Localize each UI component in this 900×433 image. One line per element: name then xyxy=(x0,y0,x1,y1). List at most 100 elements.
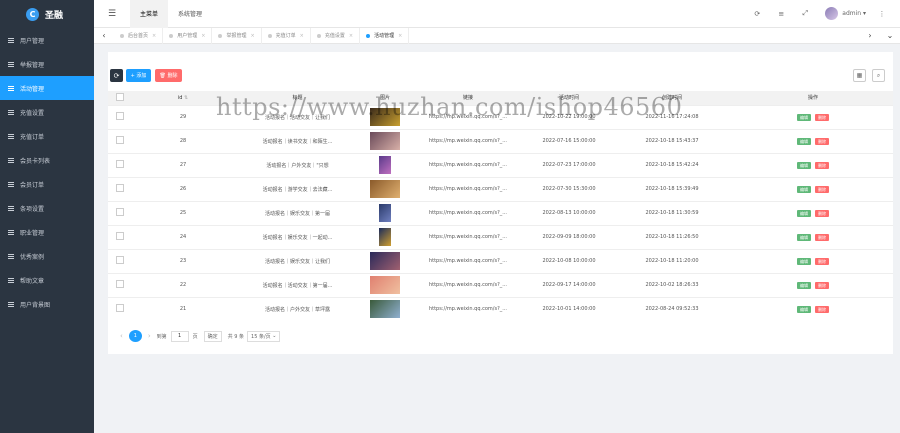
columns-icon[interactable]: ▦ xyxy=(853,69,866,82)
add-button[interactable]: + 添加 xyxy=(126,69,151,82)
cell-id: 24 xyxy=(132,224,234,249)
sidebar-item-label: 用户管理 xyxy=(20,37,45,45)
page-tab[interactable]: 充值订单 × xyxy=(262,27,311,44)
tabs-dropdown-icon[interactable]: ⌄ xyxy=(880,31,900,40)
cell-id: 22 xyxy=(132,272,234,297)
hamburger-icon[interactable]: ☰ xyxy=(94,0,130,28)
goto-page-input[interactable]: 1 xyxy=(170,330,189,342)
user-menu[interactable]: admin ▾ xyxy=(842,10,866,17)
cell-image xyxy=(361,128,409,153)
row-delete-button[interactable]: 删除 xyxy=(815,233,829,241)
cell-link: https://mp.weixin.qq.com/s?_... xyxy=(409,176,527,201)
activity-thumbnail[interactable] xyxy=(379,228,391,246)
close-icon[interactable]: × xyxy=(250,33,254,39)
list-icon xyxy=(8,229,14,235)
edit-button[interactable]: 编辑 xyxy=(797,185,811,193)
sidebar-item[interactable]: 充值设置 xyxy=(0,100,94,124)
sidebar-item[interactable]: 用户管理 xyxy=(0,28,94,52)
delete-button[interactable]: 🗑 删除 xyxy=(155,69,182,82)
row-checkbox[interactable] xyxy=(116,256,124,264)
close-icon[interactable]: × xyxy=(398,33,402,39)
sidebar-item[interactable]: 帮助文章 xyxy=(0,268,94,292)
tab-main-menu[interactable]: 主菜单 xyxy=(130,0,169,28)
row-checkbox[interactable] xyxy=(116,184,124,192)
sidebar-item[interactable]: 会员订单 xyxy=(0,172,94,196)
activity-thumbnail[interactable] xyxy=(370,252,400,270)
sidebar-item-label: 会员卡列表 xyxy=(20,157,51,165)
edit-button[interactable]: 编辑 xyxy=(797,113,811,121)
sidebar-item[interactable]: 优秀案例 xyxy=(0,244,94,268)
row-checkbox[interactable] xyxy=(116,232,124,240)
page-size-select[interactable]: 15 条/页 ⌄ xyxy=(247,330,281,342)
goto-confirm-button[interactable]: 确定 xyxy=(203,330,222,342)
cell-id: 21 xyxy=(132,296,234,321)
fullscreen-icon[interactable]: ⤢ xyxy=(793,9,817,18)
menu-icon[interactable]: ≡ xyxy=(769,10,793,18)
row-checkbox[interactable] xyxy=(116,280,124,288)
row-delete-button[interactable]: 删除 xyxy=(815,137,829,145)
sidebar-item[interactable]: 用户背景图 xyxy=(0,292,94,316)
page-tab[interactable]: 举报管理 × xyxy=(212,27,262,44)
sidebar-item-label: 举报管理 xyxy=(20,61,45,69)
page-tab[interactable]: 后台首页 × xyxy=(114,27,164,44)
sidebar-item[interactable]: 举报管理 xyxy=(0,52,94,76)
cell-id: 26 xyxy=(132,176,234,201)
row-checkbox-cell xyxy=(108,152,132,177)
edit-button[interactable]: 编辑 xyxy=(797,305,811,313)
tabs-prev-icon[interactable]: ‹ xyxy=(94,31,114,40)
row-delete-button[interactable]: 删除 xyxy=(815,281,829,289)
close-icon[interactable]: × xyxy=(201,33,205,39)
row-delete-button[interactable]: 删除 xyxy=(815,257,829,265)
sidebar-item[interactable]: 会员卡列表 xyxy=(0,148,94,172)
sort-icon[interactable]: ⇅ xyxy=(184,95,188,101)
row-delete-button[interactable]: 删除 xyxy=(815,185,829,193)
row-checkbox[interactable] xyxy=(116,160,124,168)
activity-thumbnail[interactable] xyxy=(370,276,400,294)
cell-activity-time: 2022-07-30 15:30:00 xyxy=(527,176,611,201)
activity-thumbnail[interactable] xyxy=(379,204,391,222)
sidebar-item[interactable]: 条项设置 xyxy=(0,196,94,220)
tab-system-management[interactable]: 系统管理 xyxy=(168,0,212,28)
activity-thumbnail[interactable] xyxy=(370,132,400,150)
activity-thumbnail[interactable] xyxy=(370,180,400,198)
page-tab[interactable]: 充值设置 × xyxy=(311,27,361,44)
page-tab[interactable]: 活动管理 × xyxy=(360,27,410,44)
sidebar-item[interactable]: 活动管理 xyxy=(0,76,94,100)
edit-button[interactable]: 编辑 xyxy=(797,233,811,241)
close-icon[interactable]: × xyxy=(349,33,353,39)
row-checkbox[interactable] xyxy=(116,304,124,313)
current-page[interactable]: 1 xyxy=(128,330,142,342)
edit-button[interactable]: 编辑 xyxy=(797,257,811,265)
cell-title: 活动报名｜游学交友｜去法藏... xyxy=(234,176,361,201)
page-tab-label: 举报管理 xyxy=(226,33,247,39)
refresh-button[interactable]: ⟳ xyxy=(110,69,123,82)
cell-link: https://mp.weixin.qq.com/s?_... xyxy=(409,152,527,177)
close-icon[interactable]: × xyxy=(300,33,304,39)
edit-button[interactable]: 编辑 xyxy=(797,137,811,145)
search-icon[interactable]: ⌕ xyxy=(872,69,885,82)
sidebar-item[interactable]: 充值订单 xyxy=(0,124,94,148)
row-delete-button[interactable]: 删除 xyxy=(815,161,829,169)
edit-button[interactable]: 编辑 xyxy=(797,281,811,289)
row-checkbox[interactable] xyxy=(116,136,124,144)
edit-button[interactable]: 编辑 xyxy=(797,209,811,217)
row-delete-button[interactable]: 删除 xyxy=(815,209,829,217)
row-delete-button[interactable]: 删除 xyxy=(815,113,829,121)
select-all-checkbox[interactable] xyxy=(116,92,124,101)
tabs-next-icon[interactable]: › xyxy=(860,31,880,40)
row-checkbox[interactable] xyxy=(116,208,124,216)
row-delete-button[interactable]: 删除 xyxy=(815,305,829,313)
row-checkbox[interactable] xyxy=(116,112,124,120)
prev-page-icon[interactable]: ‹ xyxy=(120,332,123,340)
page-tab[interactable]: 用户管理 × xyxy=(163,27,213,44)
next-page-icon[interactable]: › xyxy=(148,332,151,340)
edit-button[interactable]: 编辑 xyxy=(797,161,811,169)
activity-thumbnail[interactable] xyxy=(370,300,400,319)
more-options-icon[interactable]: ⋮ xyxy=(870,10,894,18)
refresh-icon[interactable]: ⟳ xyxy=(745,10,769,18)
avatar[interactable] xyxy=(825,7,839,20)
cell-id: 23 xyxy=(132,248,234,273)
activity-thumbnail[interactable] xyxy=(379,156,391,174)
close-icon[interactable]: × xyxy=(152,33,156,39)
sidebar-item[interactable]: 职业管理 xyxy=(0,220,94,244)
